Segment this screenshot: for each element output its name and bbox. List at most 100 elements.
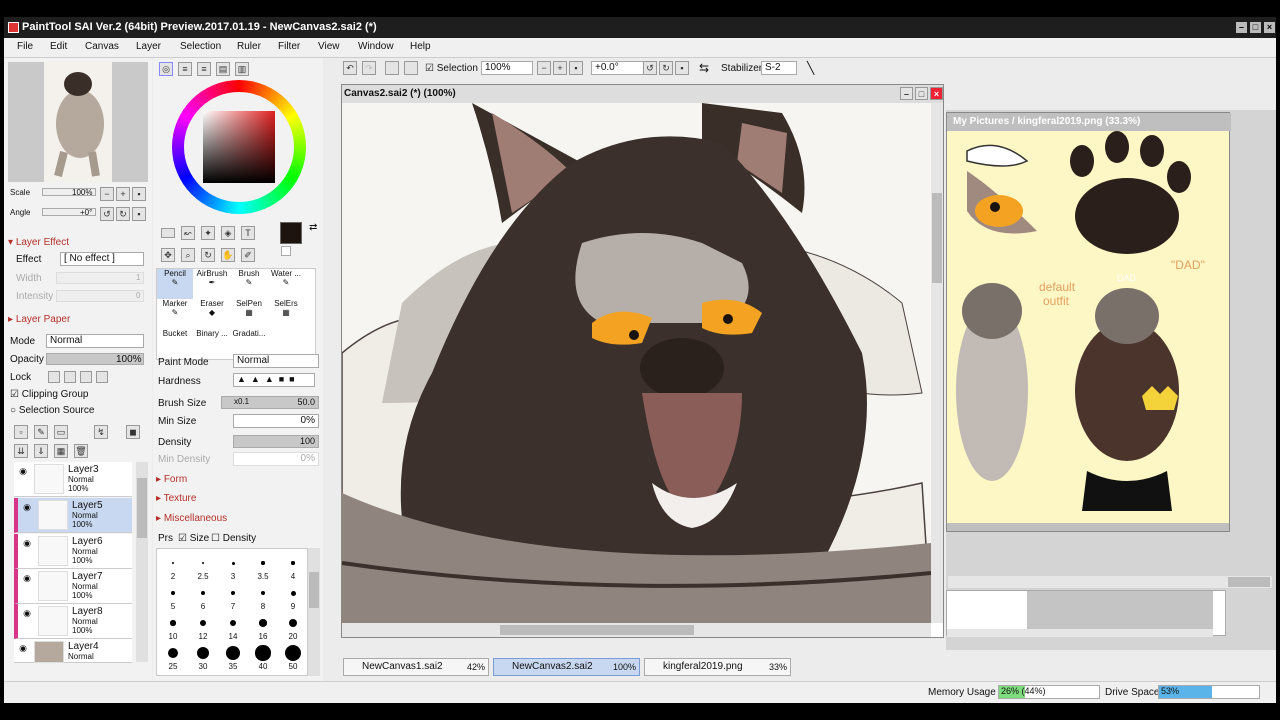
lock-move-icon[interactable] — [80, 371, 92, 383]
canvas-hscroll-thumb[interactable] — [500, 625, 694, 635]
clipping-group-checkbox[interactable]: ☑ Clipping Group — [10, 389, 88, 400]
brush-size-dot[interactable] — [200, 620, 206, 626]
canvas-close-icon[interactable]: × — [930, 87, 943, 100]
tab-newcanvas2[interactable]: NewCanvas2.sai2 100% — [493, 658, 640, 676]
layer-mask-icon[interactable]: ◼ — [126, 425, 140, 439]
brush-size-dot[interactable] — [201, 591, 205, 595]
layer-row[interactable]: ◉ Layer8 Normal 100% — [14, 604, 132, 639]
misc-section[interactable]: ▸ Miscellaneous — [156, 513, 227, 524]
brush-size-dot[interactable] — [285, 645, 301, 661]
merge-down-icon[interactable]: ⇊ — [14, 444, 28, 458]
magic-wand-icon[interactable]: ✦ — [201, 226, 215, 240]
layer-paper-header[interactable]: ▸ Layer Paper — [8, 314, 70, 325]
zoom-dropdown[interactable]: 100% — [481, 61, 533, 75]
brush-size-dot[interactable] — [231, 561, 235, 565]
deselect-icon[interactable] — [385, 61, 399, 75]
canvas-minimize-icon[interactable]: – — [900, 87, 913, 100]
zoom-out-button[interactable]: − — [537, 61, 551, 75]
rotate-reset-button[interactable]: ▪ — [675, 61, 689, 75]
lock-paint-icon[interactable] — [64, 371, 76, 383]
primary-color-swatch[interactable] — [280, 222, 302, 244]
brush-size-dot[interactable] — [201, 561, 205, 565]
scratchpad-tab-icon[interactable]: ▥ — [235, 62, 249, 76]
tool-eraser[interactable]: Eraser ◆ — [194, 299, 230, 329]
new-layer-icon[interactable]: ▫ — [14, 425, 28, 439]
fill-icon[interactable]: ◈ — [221, 226, 235, 240]
merge-icon[interactable]: ⇓ — [34, 444, 48, 458]
menu-window[interactable]: Window — [358, 41, 394, 52]
tab-newcanvas1[interactable]: NewCanvas1.sai2 42% — [343, 658, 489, 676]
minimize-icon[interactable]: – — [1236, 22, 1247, 33]
layer-row-selected[interactable]: ◉ Layer5 Normal 100% — [14, 498, 132, 533]
rect-select-icon[interactable] — [161, 228, 175, 238]
brush-size-dot[interactable] — [288, 618, 298, 628]
blend-mode-dropdown[interactable]: Normal — [46, 334, 144, 348]
tool-selpen[interactable]: SelPen ▦ — [231, 299, 267, 329]
tool-water[interactable]: Water ... ✎ — [268, 269, 304, 299]
swatches-tab-icon[interactable]: ▤ — [216, 62, 230, 76]
undo-icon[interactable]: ↶ — [343, 61, 357, 75]
form-section[interactable]: ▸ Form — [156, 474, 187, 485]
intensity-slider[interactable] — [56, 290, 144, 302]
brush-size-dot[interactable] — [197, 647, 209, 659]
layer-transfer-icon[interactable]: ↯ — [94, 425, 108, 439]
brush-size-dot[interactable] — [171, 591, 175, 595]
menu-edit[interactable]: Edit — [50, 41, 67, 52]
menu-ruler[interactable]: Ruler — [237, 41, 261, 52]
texture-section[interactable]: ▸ Texture — [156, 493, 196, 504]
layer-row[interactable]: ◉ Layer4 Normal — [14, 639, 132, 663]
second-reference-image[interactable] — [1027, 591, 1213, 629]
move-icon[interactable]: ✥ — [161, 248, 175, 262]
line-tool-icon[interactable]: ╲ — [807, 61, 814, 75]
min-density-slider[interactable]: 0% — [233, 452, 319, 466]
brush-size-dot[interactable] — [261, 561, 265, 565]
tab-kingferal2019[interactable]: kingferal2019.png 33% — [644, 658, 791, 676]
hsv-slider-tab-icon[interactable]: ≡ — [197, 62, 211, 76]
brush-size-dot[interactable] — [167, 647, 179, 659]
tool-bucket[interactable]: Bucket — [157, 329, 193, 359]
color-wheel[interactable] — [172, 80, 306, 214]
menu-help[interactable]: Help — [410, 41, 431, 52]
selection-source-checkbox[interactable]: ○ Selection Source — [10, 405, 94, 416]
tool-binary[interactable]: Binary ... — [194, 329, 230, 359]
brush-size-dot[interactable] — [230, 590, 236, 596]
clear-layer-icon[interactable]: ▦ — [54, 444, 68, 458]
brush-size-dot[interactable] — [259, 619, 267, 627]
zoom-out-icon[interactable]: − — [100, 187, 114, 201]
canvas-vscroll-thumb[interactable] — [932, 193, 942, 283]
layer-effect-header[interactable]: ▾ Layer Effect — [8, 237, 69, 248]
color-wheel-tab-icon[interactable]: ◎ — [159, 62, 173, 76]
hardness-selector[interactable]: ▲▲▲■■ — [233, 373, 315, 387]
visibility-eye-icon[interactable]: ◉ — [20, 538, 34, 550]
brush-size-dot[interactable] — [260, 590, 266, 596]
rotate-reset-icon[interactable]: ▪ — [132, 207, 146, 221]
reference-hscroll-thumb[interactable] — [1228, 577, 1270, 587]
brush-size-slider[interactable]: x0.1 50.0 — [221, 396, 319, 409]
tool-selers[interactable]: SelErs ▦ — [268, 299, 304, 329]
brush-size-dot[interactable] — [170, 620, 176, 626]
canvas-maximize-icon[interactable]: □ — [915, 87, 928, 100]
density-slider[interactable]: 100 — [233, 435, 319, 448]
width-slider[interactable] — [56, 272, 144, 284]
new-linework-layer-icon[interactable]: ✎ — [34, 425, 48, 439]
redo-icon[interactable]: ↷ — [362, 61, 376, 75]
menu-selection[interactable]: Selection — [180, 41, 221, 52]
visibility-eye-icon[interactable]: ◉ — [20, 608, 34, 620]
brush-size-dot[interactable] — [229, 619, 237, 627]
canvas-hscrollbar[interactable] — [342, 623, 931, 637]
menu-layer[interactable]: Layer — [136, 41, 161, 52]
layer-row[interactable]: ◉ Layer3 Normal 100% — [14, 462, 132, 497]
saturation-value-square[interactable] — [203, 111, 275, 183]
lock-transparency-icon[interactable] — [48, 371, 60, 383]
maximize-icon[interactable]: □ — [1250, 22, 1261, 33]
lasso-icon[interactable]: ↜ — [181, 226, 195, 240]
rgb-slider-tab-icon[interactable]: ≡ — [178, 62, 192, 76]
tool-pencil[interactable]: Pencil ✎ — [157, 269, 193, 299]
zoom-icon[interactable]: ⌕ — [181, 248, 195, 262]
rotate-ccw-icon[interactable]: ↺ — [100, 207, 114, 221]
zoom-fit-button[interactable]: ▪ — [569, 61, 583, 75]
navigator-preview[interactable] — [8, 62, 148, 182]
brush-size-dot[interactable] — [171, 561, 175, 565]
text-tool-icon[interactable]: T — [241, 226, 255, 240]
visibility-eye-icon[interactable]: ◉ — [16, 466, 30, 478]
